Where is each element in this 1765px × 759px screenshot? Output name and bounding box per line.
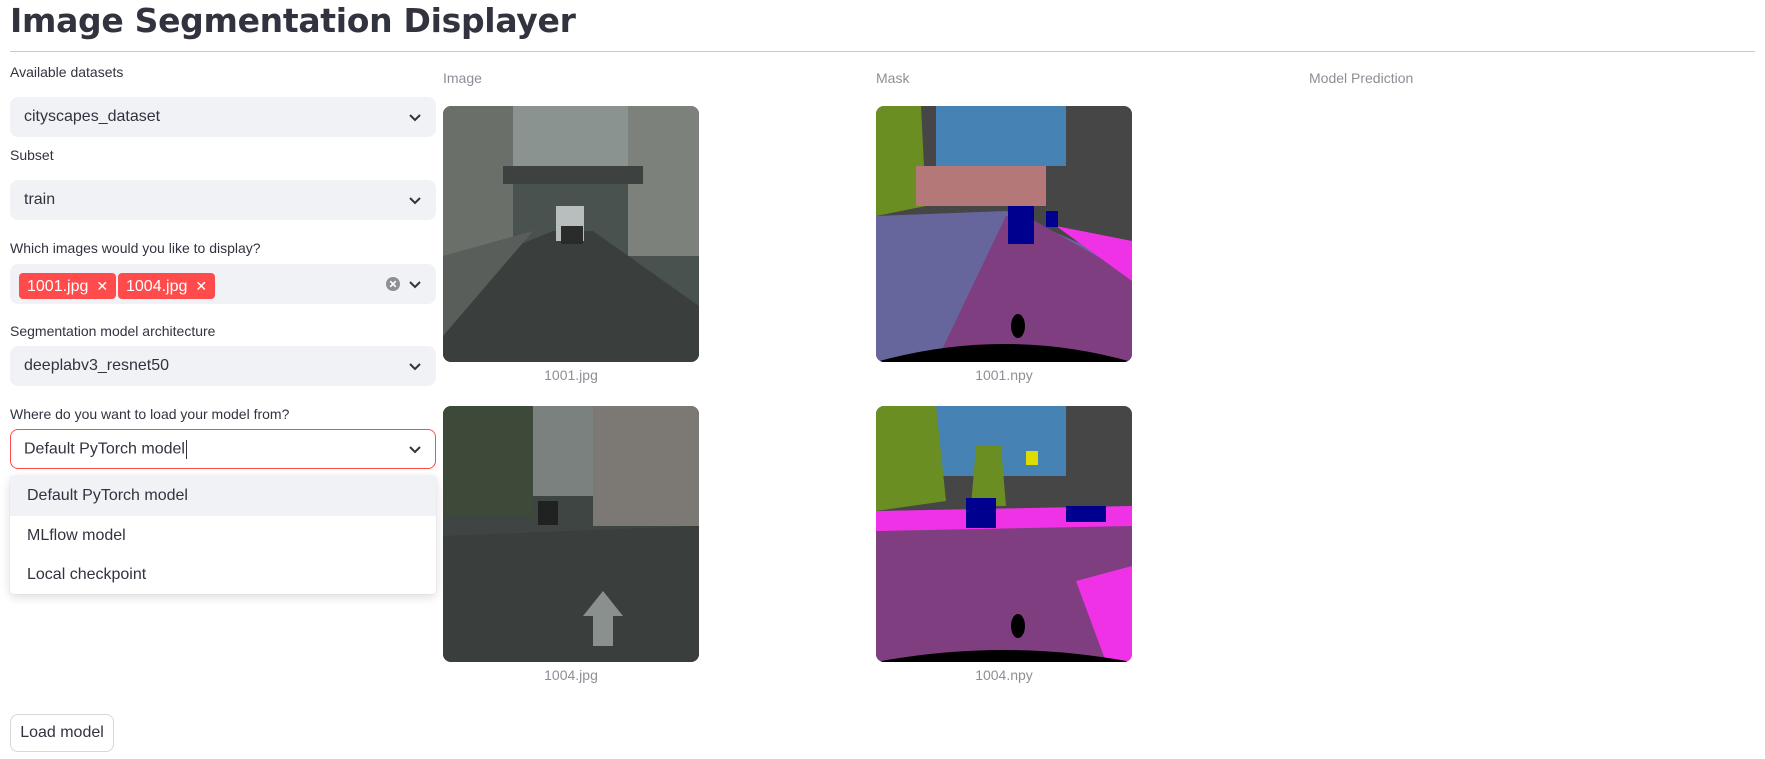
- architecture-select[interactable]: deeplabv3_resnet50: [10, 346, 436, 386]
- model-source-select[interactable]: Default PyTorch model: [10, 429, 436, 469]
- images-multiselect[interactable]: 1001.jpg ✕ 1004.jpg ✕: [10, 264, 436, 304]
- prediction-column-header: Model Prediction: [1309, 70, 1414, 86]
- mask-caption-1001: 1001.npy: [975, 367, 1033, 383]
- title-divider: [10, 51, 1755, 52]
- mask-column-header: Mask: [876, 70, 910, 86]
- chevron-down-icon: [409, 114, 421, 122]
- street-photo-1004: [443, 406, 699, 662]
- subset-select[interactable]: train: [10, 180, 436, 220]
- street-photo-1001: [443, 106, 699, 362]
- option-default-pytorch[interactable]: Default PyTorch model: [10, 476, 436, 516]
- text-cursor: [185, 440, 187, 459]
- remove-tag-icon[interactable]: ✕: [195, 278, 207, 294]
- remove-tag-icon[interactable]: ✕: [96, 278, 108, 294]
- model-source-value: Default PyTorch model: [24, 440, 185, 458]
- image-caption-1001: 1001.jpg: [544, 367, 598, 383]
- mask-1004: [876, 406, 1132, 662]
- option-local-checkpoint[interactable]: Local checkpoint: [10, 555, 436, 595]
- tag-1001[interactable]: 1001.jpg ✕: [19, 273, 117, 299]
- chevron-down-icon: [409, 281, 421, 289]
- chevron-down-icon: [409, 197, 421, 205]
- mask-1001: [876, 106, 1132, 362]
- images-label: Which images would you like to display?: [10, 240, 261, 256]
- architecture-label: Segmentation model architecture: [10, 323, 216, 339]
- chevron-down-icon: [409, 446, 421, 454]
- model-source-dropdown: Default PyTorch model MLflow model Local…: [10, 476, 436, 594]
- option-mlflow[interactable]: MLflow model: [10, 516, 436, 556]
- image-caption-1004: 1004.jpg: [544, 667, 598, 683]
- subset-label: Subset: [10, 147, 54, 163]
- architecture-value: deeplabv3_resnet50: [24, 357, 170, 374]
- subset-value: train: [24, 191, 56, 208]
- image-column-header: Image: [443, 70, 482, 86]
- page-title: Image Segmentation Displayer: [10, 1, 576, 40]
- datasets-select[interactable]: cityscapes_dataset: [10, 97, 436, 137]
- load-model-button[interactable]: Load model: [10, 714, 114, 752]
- datasets-value: cityscapes_dataset: [24, 108, 161, 125]
- source-label: Where do you want to load your model fro…: [10, 406, 290, 422]
- chevron-down-icon: [409, 363, 421, 371]
- mask-caption-1004: 1004.npy: [975, 667, 1033, 683]
- datasets-label: Available datasets: [10, 64, 124, 80]
- tag-1004[interactable]: 1004.jpg ✕: [118, 273, 216, 299]
- clear-all-icon[interactable]: [385, 276, 401, 292]
